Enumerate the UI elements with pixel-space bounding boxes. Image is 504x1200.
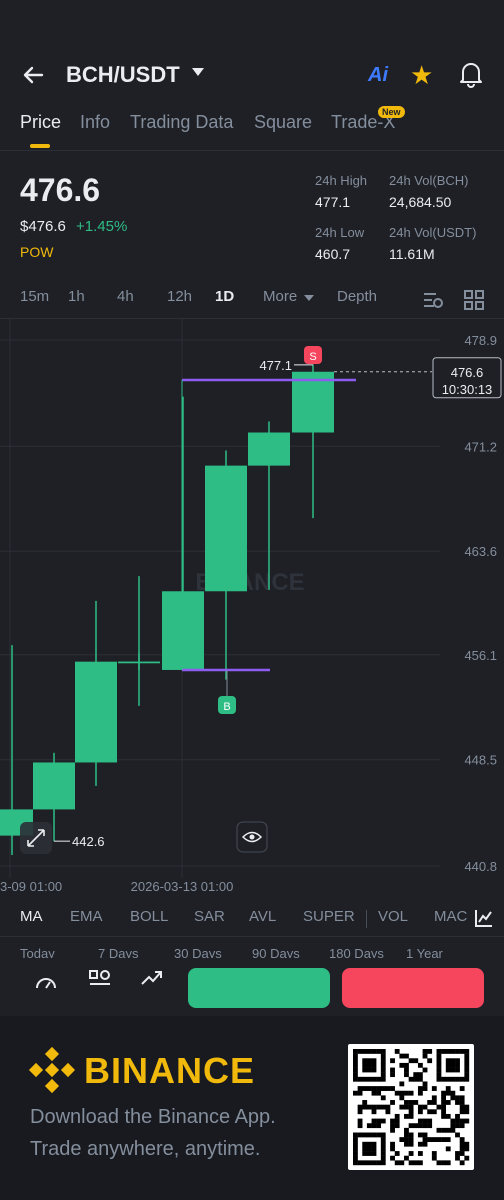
grid-bot-icon[interactable] xyxy=(88,968,112,988)
candlestick-chart[interactable]: 478.9471.2463.6456.1448.5440.8BINANCE476… xyxy=(0,318,504,898)
candle-body xyxy=(162,591,204,670)
interval-1d[interactable]: 1D xyxy=(215,288,234,305)
ai-icon[interactable]: Ai xyxy=(368,64,388,87)
y-tick-label: 478.9 xyxy=(464,333,497,348)
bell-icon[interactable] xyxy=(458,60,484,88)
price-change: +1.45% xyxy=(76,218,128,235)
interval-12h[interactable]: 12h xyxy=(167,288,192,305)
x-tick-label: 2026-03-13 01:00 xyxy=(131,879,234,894)
interval-15m[interactable]: 15m xyxy=(20,288,49,305)
binance-logo-icon xyxy=(28,1046,76,1094)
tab-trading-data[interactable]: Trading Data xyxy=(130,112,233,133)
y-tick-label: 456.1 xyxy=(464,648,497,663)
tab-bar: Price Info Trading Data Square Trade-X N… xyxy=(0,106,504,152)
sell-button[interactable] xyxy=(342,968,484,1008)
interval-4h[interactable]: 4h xyxy=(117,288,134,305)
star-icon[interactable]: ★ xyxy=(410,60,433,91)
vol-usdt-value: 11.61M xyxy=(389,246,435,262)
range-bar: Today 7 Days 30 Days 90 Days 180 Days 1 … xyxy=(0,944,504,958)
indicator-ema[interactable]: EMA xyxy=(70,908,103,925)
trend-icon[interactable] xyxy=(140,968,164,988)
buy-marker-label: B xyxy=(223,701,230,713)
download-line-2: Trade anywhere, anytime. xyxy=(30,1138,261,1160)
low-value: 460.7 xyxy=(315,246,351,262)
x-tick-label: 3-09 01:00 xyxy=(0,879,62,894)
range-90d[interactable]: 90 Days xyxy=(252,946,300,958)
range-180d[interactable]: 180 Days xyxy=(329,946,384,958)
qr-code-image xyxy=(353,1049,470,1166)
range-1y[interactable]: 1 Year xyxy=(406,946,443,958)
chevron-down-icon[interactable] xyxy=(192,68,204,76)
download-line-1: Download the Binance App. xyxy=(30,1106,276,1128)
candle-body xyxy=(248,432,290,466)
eye-pupil xyxy=(249,834,255,840)
interval-depth[interactable]: Depth xyxy=(337,288,377,305)
countdown-label: 10:30:13 xyxy=(442,382,493,397)
range-30d[interactable]: 30 Days xyxy=(174,946,222,958)
candle-body xyxy=(118,661,160,664)
candle-body xyxy=(205,465,247,592)
range-today[interactable]: Today xyxy=(20,946,55,958)
more-caret-icon xyxy=(304,295,314,301)
divider xyxy=(0,936,504,937)
pow-tag[interactable]: POW xyxy=(20,244,53,260)
interval-1h[interactable]: 1h xyxy=(68,288,85,305)
action-bar xyxy=(0,960,504,1016)
gauge-icon[interactable] xyxy=(34,970,58,990)
back-arrow-icon[interactable] xyxy=(18,60,48,90)
candle-body xyxy=(33,762,75,810)
high-price-label: 477.1 xyxy=(259,358,292,373)
usd-price: $476.6 xyxy=(20,218,66,235)
y-tick-label: 471.2 xyxy=(464,439,497,454)
qr-code[interactable] xyxy=(348,1044,474,1170)
current-price-label: 476.6 xyxy=(451,365,484,380)
top-bar: BCH/USDT Ai ★ xyxy=(0,40,504,110)
indicator-sar[interactable]: SAR xyxy=(194,908,225,925)
chart-settings-icon[interactable] xyxy=(422,290,444,310)
vol-bch-label: 24h Vol(BCH) xyxy=(389,173,469,188)
last-price: 476.6 xyxy=(20,172,101,208)
divider xyxy=(366,910,367,928)
interval-bar: 15m 1h 4h 12h 1D More Depth xyxy=(0,288,504,312)
buy-button[interactable] xyxy=(188,968,330,1008)
indicator-macd-clip: MACD xyxy=(434,904,468,934)
indicator-ma[interactable]: MA xyxy=(20,908,43,925)
interval-more[interactable]: More xyxy=(263,288,297,305)
indicator-vol[interactable]: VOL xyxy=(378,908,408,925)
new-badge: New xyxy=(378,106,405,118)
active-tab-indicator xyxy=(30,144,50,148)
sell-marker-label: S xyxy=(309,351,316,363)
y-tick-label: 448.5 xyxy=(464,753,497,768)
y-tick-label: 463.6 xyxy=(464,544,497,559)
tab-price[interactable]: Price xyxy=(20,112,61,133)
pair-title[interactable]: BCH/USDT xyxy=(66,62,180,88)
range-7d[interactable]: 7 Days xyxy=(98,946,138,958)
high-label: 24h High xyxy=(315,173,368,188)
tab-info[interactable]: Info xyxy=(80,112,110,133)
low-label: 24h Low xyxy=(315,225,365,240)
download-footer: BINANCE Download the Binance App. Trade … xyxy=(0,1016,504,1200)
indicator-settings-icon[interactable] xyxy=(474,908,494,928)
brand-name: BINANCE xyxy=(84,1050,256,1091)
candle-body xyxy=(75,661,117,763)
indicator-boll[interactable]: BOLL xyxy=(130,908,168,925)
low-price-label: 442.6 xyxy=(72,834,105,849)
high-value: 477.1 xyxy=(315,194,351,210)
indicator-bar: MA EMA BOLL SAR AVL SUPER VOL MACD xyxy=(0,904,504,934)
indicator-macd[interactable]: MACD xyxy=(434,908,468,925)
divider xyxy=(0,150,504,151)
tab-square[interactable]: Square xyxy=(254,112,312,133)
vol-bch-value: 24,684.50 xyxy=(389,194,452,210)
y-tick-label: 440.8 xyxy=(464,859,497,874)
indicator-super[interactable]: SUPER xyxy=(303,908,355,925)
vol-usdt-label: 24h Vol(USDT) xyxy=(389,225,477,240)
indicator-avl[interactable]: AVL xyxy=(249,908,276,925)
grid-layout-icon[interactable] xyxy=(464,290,484,310)
